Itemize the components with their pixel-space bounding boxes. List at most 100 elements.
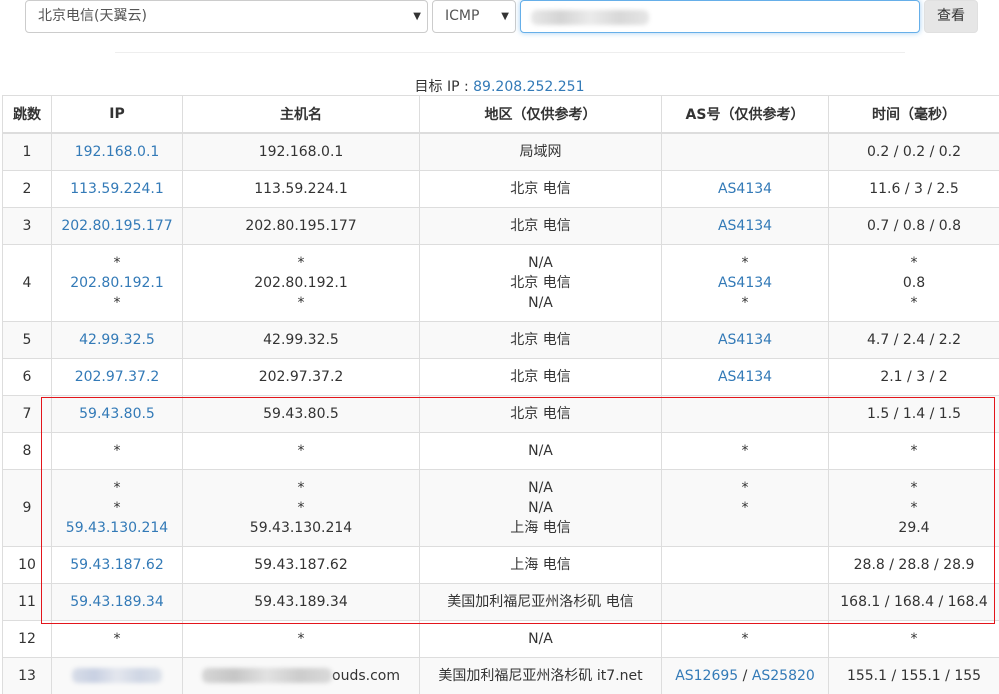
hostname-cell: 113.59.224.1	[182, 169, 420, 208]
region-select[interactable]: 北京电信(天翼云) ▼	[25, 0, 428, 33]
hostname-text: 202.80.192.1	[254, 274, 348, 291]
table-row: 7 59.43.80.5 59.43.80.5 北京 电信 1.5 / 1.4 / 1.…	[2, 394, 999, 433]
region-cell: N/A	[419, 619, 662, 658]
target-ip-link[interactable]: 89.208.252.251	[473, 79, 584, 95]
hostname-suffix: ouds.com	[332, 667, 400, 684]
asn-placeholder: *	[741, 630, 749, 647]
asn-cell: *	[661, 619, 829, 658]
ip-cell: * * 59.43.130.214	[51, 468, 183, 547]
ip-link[interactable]: 202.97.37.2	[52, 367, 182, 387]
target-ip-label: 目标 IP :	[414, 79, 474, 95]
region-cell: 美国加利福尼亚州洛杉矶 it7.net	[419, 656, 662, 694]
hostname-text: 42.99.32.5	[263, 331, 339, 348]
region-text: N/A	[528, 254, 553, 271]
time-cell: 1.5 / 1.4 / 1.5	[828, 394, 999, 433]
table-row: 10 59.43.187.62 59.43.187.62 上海 电信 28.8 / 28…	[2, 545, 999, 584]
ip-link[interactable]: 202.80.195.177	[52, 216, 182, 236]
hostname-cell: 42.99.32.5	[182, 320, 420, 359]
ip-cell: *	[51, 431, 183, 470]
asn-cell: * AS4134 *	[661, 243, 829, 322]
protocol-select[interactable]: ICMP ▼	[432, 0, 516, 33]
table-row: 13 ouds.com 美国加利福尼亚州洛杉矶 it7.net AS12695 / A…	[2, 656, 999, 694]
region-text: N/A	[528, 630, 553, 647]
hop-cell: 5	[2, 320, 52, 359]
time-text: 0.8	[902, 274, 926, 291]
time-text: 28.8 / 28.8 / 28.9	[853, 556, 975, 573]
header-hop: 跳数	[2, 95, 52, 134]
table-row: 9 * * 59.43.130.214 * * 59.43.130.214 N/A N/A 上海 …	[2, 468, 999, 547]
hop-cell: 13	[2, 656, 52, 694]
hostname-text: 202.80.195.177	[245, 217, 357, 234]
hop-number: 10	[18, 556, 36, 573]
table-row: 11 59.43.189.34 59.43.189.34 美国加利福尼亚州洛杉矶 电信…	[2, 582, 999, 621]
hostname-blurred: ouds.com	[202, 668, 400, 684]
asn-cell: AS4134	[661, 206, 829, 245]
target-host-input[interactable]	[520, 0, 920, 33]
hop-number: 5	[22, 331, 32, 348]
hostname-cell: 202.97.37.2	[182, 357, 420, 396]
time-text: 4.7 / 2.4 / 2.2	[866, 331, 962, 348]
time-cell: * * 29.4	[828, 468, 999, 547]
asn-cell: AS12695 / AS25820	[661, 656, 829, 694]
ip-cell: 59.43.187.62	[51, 545, 183, 584]
asn-cell: AS4134	[661, 320, 829, 359]
hostname-text: 59.43.130.214	[249, 519, 353, 536]
ip-link[interactable]: 192.168.0.1	[52, 142, 182, 162]
ip-link[interactable]: 59.43.130.214	[52, 518, 182, 538]
table-row: 12 * * N/A * *	[2, 619, 999, 658]
hop-cell: 4	[2, 243, 52, 322]
table-row: 3 202.80.195.177 202.80.195.177 北京 电信 AS4134…	[2, 206, 999, 245]
region-text: 局域网	[519, 143, 562, 160]
asn-placeholder: *	[741, 442, 749, 459]
time-cell: * 0.8 *	[828, 243, 999, 322]
hop-number: 3	[22, 217, 32, 234]
asn-list: AS12695 / AS25820	[675, 668, 815, 684]
asn-link[interactable]: AS4134	[662, 273, 828, 293]
asn-link[interactable]: AS4134	[662, 179, 828, 199]
ip-link[interactable]: 59.43.187.62	[52, 555, 182, 575]
region-text: 北京 电信	[510, 405, 571, 422]
time-text: 168.1 / 168.4 / 168.4	[840, 593, 988, 610]
time-text: *	[910, 630, 918, 647]
ip-placeholder: *	[113, 499, 121, 516]
ip-cell: *	[51, 619, 183, 658]
time-text: 2.1 / 3 / 2	[880, 368, 948, 385]
ip-link[interactable]: 59.43.80.5	[52, 404, 182, 424]
query-toolbar: 北京电信(天翼云) ▼ ICMP ▼ 查看	[0, 0, 999, 36]
protocol-select-value: ICMP	[445, 8, 480, 24]
hostname-cell: 202.80.195.177	[182, 206, 420, 245]
query-button[interactable]: 查看	[924, 0, 978, 33]
asn-link[interactable]: AS25820	[752, 668, 815, 684]
ip-link[interactable]: 42.99.32.5	[52, 330, 182, 350]
asn-cell: * *	[661, 468, 829, 547]
ip-cell: 113.59.224.1	[51, 169, 183, 208]
hop-number: 9	[22, 499, 32, 516]
ip-link[interactable]: 59.43.189.34	[52, 592, 182, 612]
time-text: 0.2 / 0.2 / 0.2	[866, 143, 962, 160]
region-cell: 局域网	[419, 132, 662, 171]
asn-link[interactable]: AS12695	[675, 668, 738, 684]
ip-link[interactable]: 202.80.192.1	[52, 273, 182, 293]
asn-link[interactable]: AS4134	[662, 367, 828, 387]
ip-link[interactable]: 113.59.224.1	[52, 179, 182, 199]
region-cell: 北京 电信	[419, 206, 662, 245]
ip-placeholder: *	[113, 254, 121, 271]
table-row: 8 * * N/A * *	[2, 431, 999, 470]
time-text: *	[910, 442, 918, 459]
time-text: 155.1 / 155.1 / 155	[846, 667, 982, 684]
hostname-text: *	[297, 442, 305, 459]
target-ip-line: 目标 IP : 89.208.252.251	[0, 76, 999, 96]
hostname-text: *	[297, 499, 305, 516]
asn-cell	[661, 582, 829, 621]
region-cell: 北京 电信	[419, 320, 662, 359]
hop-cell: 12	[2, 619, 52, 658]
asn-link[interactable]: AS4134	[662, 216, 828, 236]
asn-link[interactable]: AS4134	[662, 330, 828, 350]
hostname-cell: ouds.com	[182, 656, 420, 694]
time-text: *	[910, 254, 918, 271]
table-row: 2 113.59.224.1 113.59.224.1 北京 电信 AS4134 11.6…	[2, 169, 999, 208]
asn-placeholder: *	[741, 479, 749, 496]
time-cell: 4.7 / 2.4 / 2.2	[828, 320, 999, 359]
region-cell: 上海 电信	[419, 545, 662, 584]
chevron-down-icon: ▼	[413, 11, 421, 22]
